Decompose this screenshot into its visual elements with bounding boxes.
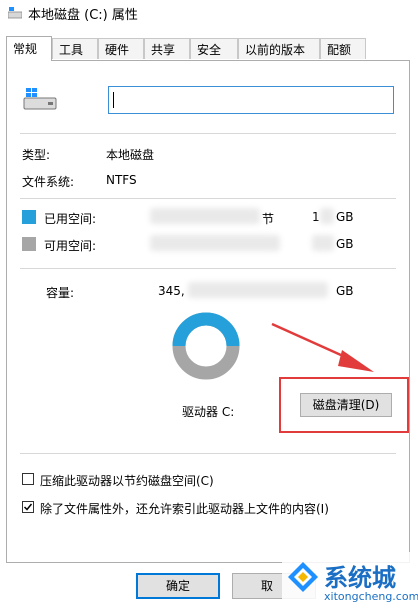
drive-name-input[interactable]	[108, 86, 394, 114]
redacted-used-gb	[320, 208, 334, 224]
highlight-box	[279, 377, 409, 433]
compress-label: 压缩此驱动器以节约磁盘空间(C)	[40, 474, 214, 488]
capacity-gb-unit: GB	[336, 284, 354, 298]
tab-quota[interactable]: 配额	[320, 38, 366, 59]
drive-letter-label: 驱动器 C:	[182, 405, 235, 419]
filesystem-value: NTFS	[106, 173, 137, 187]
watermark: 系统城 xitongcheng.com	[282, 552, 418, 610]
filesystem-label: 文件系统:	[22, 175, 75, 189]
window-title: 本地磁盘 (C:) 属性	[28, 8, 138, 23]
capacity-prefix: 345,	[158, 284, 185, 298]
tab-previous-versions[interactable]: 以前的版本	[238, 38, 320, 59]
redacted-free-bytes	[150, 235, 280, 251]
tab-tools[interactable]: 工具	[52, 38, 98, 59]
drive-title-icon	[8, 7, 22, 19]
used-bytes-suffix: 节	[262, 212, 275, 226]
type-value: 本地磁盘	[106, 148, 155, 162]
separator	[20, 453, 396, 454]
tab-hardware[interactable]: 硬件	[98, 38, 144, 59]
used-space-label: 已用空间:	[44, 212, 97, 226]
title-bar: 本地磁盘 (C:) 属性	[0, 0, 418, 28]
used-gb-prefix: 1	[312, 210, 320, 224]
annotation-arrow	[271, 322, 374, 372]
free-space-label: 可用空间:	[44, 239, 97, 253]
watermark-url: xitongcheng.com	[324, 590, 418, 603]
tab-sharing[interactable]: 共享	[144, 38, 190, 59]
disk-usage-donut	[172, 312, 240, 380]
free-space-swatch	[22, 237, 36, 251]
separator	[20, 133, 396, 134]
watermark-brand: 系统城	[324, 564, 396, 592]
compress-checkbox[interactable]	[22, 473, 34, 485]
redacted-used-bytes	[150, 208, 260, 224]
text-caret	[113, 92, 114, 108]
brand-logo-icon	[288, 562, 318, 592]
free-gb-unit: GB	[336, 237, 354, 251]
used-space-swatch	[22, 210, 36, 224]
index-label: 除了文件属性外，还允许索引此驱动器上文件的内容(I)	[40, 502, 329, 516]
index-checkbox[interactable]	[22, 501, 34, 513]
tab-general[interactable]: 常规	[6, 36, 52, 61]
ok-button[interactable]: 确定	[136, 573, 220, 599]
capacity-label: 容量:	[46, 286, 75, 300]
separator	[20, 268, 396, 269]
checkmark-icon	[23, 503, 33, 511]
used-gb-unit: GB	[336, 210, 354, 224]
tab-security[interactable]: 安全	[190, 38, 238, 59]
tab-strip: 常规 工具 硬件 共享 安全 以前的版本 配额	[6, 36, 366, 61]
separator	[20, 198, 396, 199]
redacted-free-gb	[312, 235, 334, 251]
redacted-capacity	[188, 282, 328, 298]
drive-icon	[23, 88, 57, 110]
type-label: 类型:	[22, 148, 51, 162]
